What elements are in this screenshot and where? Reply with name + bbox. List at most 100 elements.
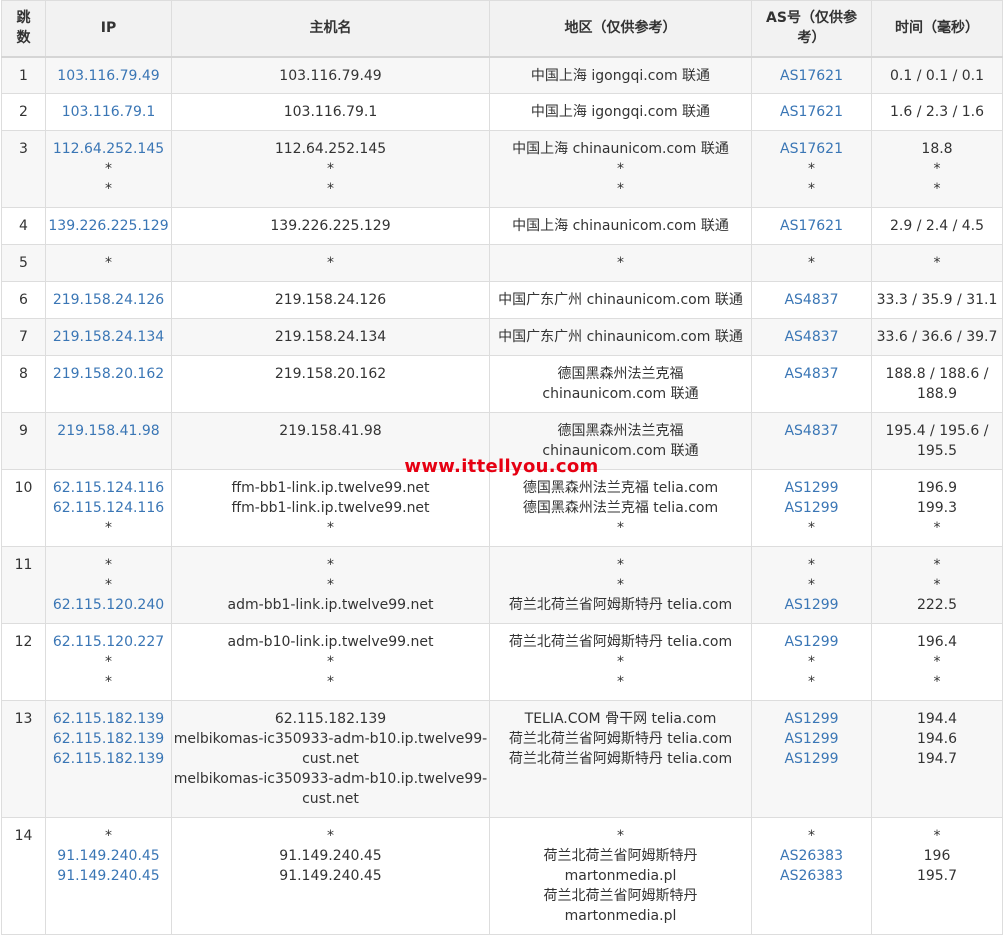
region-line: martonmedia.pl bbox=[564, 868, 677, 884]
as-timeout: * bbox=[808, 520, 815, 536]
as-link[interactable]: AS4837 bbox=[752, 290, 871, 310]
as-link[interactable]: AS1299 bbox=[752, 709, 871, 729]
as-link[interactable]: AS17621 bbox=[752, 216, 871, 236]
table-header-row: 跳数 IP 主机名 地区（仅供参考） AS号（仅供参考） 时间（毫秒） bbox=[1, 0, 1003, 58]
as-link[interactable]: AS1299 bbox=[752, 595, 871, 615]
ip-link[interactable]: 103.116.79.1 bbox=[46, 102, 171, 122]
hop-ip-cell: 219.158.24.126 bbox=[45, 281, 172, 319]
host-line: * bbox=[327, 828, 334, 844]
hop-time-cell: 33.6 / 36.6 / 39.7 bbox=[871, 318, 1003, 356]
hop-number-cell: 11 bbox=[1, 546, 46, 624]
ip-timeout: * bbox=[105, 161, 112, 177]
ip-link[interactable]: 219.158.24.126 bbox=[46, 290, 171, 310]
hop-number-cell: 1 bbox=[1, 56, 46, 94]
table-body: 1 103.116.79.49 103.116.79.49 中国上海 igongqi.… bbox=[1, 56, 1003, 935]
time-line: 196.9 bbox=[916, 480, 958, 496]
hop-region-cell: * * 荷兰北荷兰省阿姆斯特丹 telia.com bbox=[489, 546, 752, 624]
hop-ip-cell: 62.115.182.139 62.115.182.139 62.115.182.1… bbox=[45, 700, 172, 818]
ip-link[interactable]: 219.158.20.162 bbox=[46, 364, 171, 384]
ip-timeout: * bbox=[105, 577, 112, 593]
hop-ip-cell: 62.115.124.116 62.115.124.116 * bbox=[45, 469, 172, 547]
traceroute-table: 跳数 IP 主机名 地区（仅供参考） AS号（仅供参考） 时间（毫秒） 1 103… bbox=[1, 0, 1003, 935]
host-line: * bbox=[327, 520, 334, 536]
hop-hostname-cell: * 91.149.240.45 91.149.240.45 bbox=[171, 817, 490, 935]
hop-as-cell: AS1299 AS1299 * bbox=[751, 469, 872, 547]
table-row: 8 219.158.20.162 219.158.20.162 德国黑森州法兰克福 ch… bbox=[1, 355, 1003, 413]
hop-number-cell: 4 bbox=[1, 207, 46, 245]
ip-link[interactable]: 139.226.225.129 bbox=[46, 216, 171, 236]
as-link[interactable]: AS4837 bbox=[752, 327, 871, 347]
time-line: 222.5 bbox=[916, 597, 958, 613]
table-row: 10 62.115.124.116 62.115.124.116 * ffm-bb1-l… bbox=[1, 469, 1003, 547]
region-line: chinaunicom.com 联通 bbox=[542, 443, 699, 459]
hop-hostname-cell: ffm-bb1-link.ip.twelve99.net ffm-bb1-link… bbox=[171, 469, 490, 547]
time-line: 194.4 bbox=[916, 711, 958, 727]
region-line: * bbox=[617, 674, 624, 690]
table-row: 9 219.158.41.98 219.158.41.98 德国黑森州法兰克福 chin… bbox=[1, 412, 1003, 470]
as-link[interactable]: AS1299 bbox=[752, 632, 871, 652]
ip-link[interactable]: 62.115.182.139 bbox=[46, 729, 171, 749]
time-line: 1.6 / 2.3 / 1.6 bbox=[889, 104, 985, 120]
table-row: 7 219.158.24.134 219.158.24.134 中国广东广州 chin… bbox=[1, 318, 1003, 356]
host-line: * bbox=[327, 654, 334, 670]
as-link[interactable]: AS17621 bbox=[752, 66, 871, 86]
ip-link[interactable]: 91.149.240.45 bbox=[46, 866, 171, 886]
time-line: * bbox=[933, 181, 941, 197]
region-line: 德国黑森州法兰克福 telia.com bbox=[522, 500, 719, 516]
ip-link[interactable]: 219.158.41.98 bbox=[46, 421, 171, 441]
ip-link[interactable]: 103.116.79.49 bbox=[46, 66, 171, 86]
host-line: * bbox=[327, 577, 334, 593]
time-line: 196.4 bbox=[916, 634, 958, 650]
hop-hostname-cell: * bbox=[171, 244, 490, 282]
as-link[interactable]: AS1299 bbox=[752, 498, 871, 518]
hop-hostname-cell: 139.226.225.129 bbox=[171, 207, 490, 245]
as-link[interactable]: AS17621 bbox=[752, 102, 871, 122]
region-line: chinaunicom.com 联通 bbox=[542, 386, 699, 402]
as-link[interactable]: AS17621 bbox=[752, 139, 871, 159]
host-line: 103.116.79.49 bbox=[279, 67, 382, 84]
as-link[interactable]: AS4837 bbox=[752, 421, 871, 441]
hop-number-cell: 12 bbox=[1, 623, 46, 701]
ip-link[interactable]: 62.115.120.240 bbox=[46, 595, 171, 615]
hop-hostname-cell: 103.116.79.49 bbox=[171, 56, 490, 94]
time-line: 33.3 / 35.9 / 31.1 bbox=[876, 292, 998, 308]
as-timeout: * bbox=[808, 161, 815, 177]
hop-as-cell: * bbox=[751, 244, 872, 282]
ip-link[interactable]: 62.115.124.116 bbox=[46, 498, 171, 518]
time-line: * bbox=[933, 828, 941, 844]
as-link[interactable]: AS4837 bbox=[752, 364, 871, 384]
host-line: 139.226.225.129 bbox=[270, 218, 391, 234]
as-link[interactable]: AS1299 bbox=[752, 729, 871, 749]
ip-link[interactable]: 91.149.240.45 bbox=[46, 846, 171, 866]
hop-region-cell: 中国上海 igongqi.com 联通 bbox=[489, 93, 752, 131]
table-row: 12 62.115.120.227 * * adm-b10-link.ip.twelve… bbox=[1, 623, 1003, 701]
hop-ip-cell: 139.226.225.129 bbox=[45, 207, 172, 245]
as-timeout: * bbox=[808, 654, 815, 670]
ip-link[interactable]: 62.115.124.116 bbox=[46, 478, 171, 498]
hop-region-cell: 中国上海 igongqi.com 联通 bbox=[489, 56, 752, 94]
ip-link[interactable]: 112.64.252.145 bbox=[46, 139, 171, 159]
hop-as-cell: AS4837 bbox=[751, 318, 872, 356]
ip-link[interactable]: 62.115.120.227 bbox=[46, 632, 171, 652]
hop-region-cell: 德国黑森州法兰克福 chinaunicom.com 联通 bbox=[489, 355, 752, 413]
region-line: 荷兰北荷兰省阿姆斯特丹 telia.com bbox=[508, 751, 733, 767]
time-line: 195.5 bbox=[916, 443, 958, 459]
header-ip: IP bbox=[45, 0, 172, 58]
as-link[interactable]: AS26383 bbox=[752, 846, 871, 866]
hop-hostname-cell: 103.116.79.1 bbox=[171, 93, 490, 131]
region-line: 中国上海 igongqi.com 联通 bbox=[530, 104, 711, 120]
as-link[interactable]: AS1299 bbox=[752, 478, 871, 498]
as-link[interactable]: AS26383 bbox=[752, 866, 871, 886]
host-line: 219.158.20.162 bbox=[274, 366, 387, 382]
header-hostname: 主机名 bbox=[171, 0, 490, 58]
hop-region-cell: * bbox=[489, 244, 752, 282]
time-line: * bbox=[933, 557, 941, 573]
hop-hostname-cell: 219.158.24.134 bbox=[171, 318, 490, 356]
region-line: martonmedia.pl bbox=[564, 908, 677, 924]
ip-link[interactable]: 62.115.182.139 bbox=[46, 749, 171, 769]
ip-link[interactable]: 219.158.24.134 bbox=[46, 327, 171, 347]
time-line: 0.1 / 0.1 / 0.1 bbox=[889, 67, 985, 84]
ip-link[interactable]: 62.115.182.139 bbox=[46, 709, 171, 729]
hop-hostname-cell: 219.158.24.126 bbox=[171, 281, 490, 319]
as-link[interactable]: AS1299 bbox=[752, 749, 871, 769]
